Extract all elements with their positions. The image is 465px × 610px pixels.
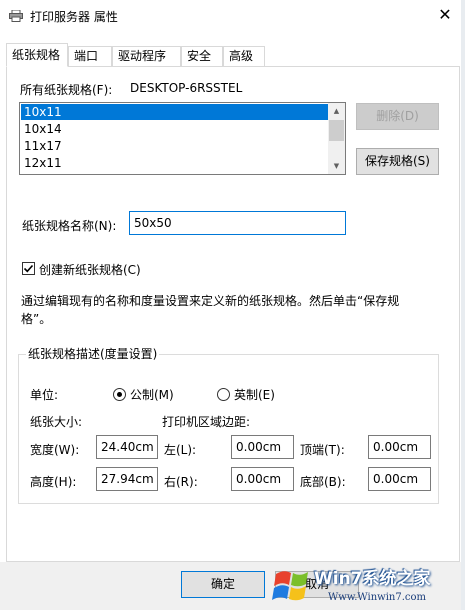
close-button[interactable]: ✕ — [430, 2, 460, 28]
list-item[interactable]: 10x11 — [21, 104, 330, 120]
ok-button[interactable]: 确定 — [181, 571, 265, 598]
save-form-button[interactable]: 保存规格(S) — [356, 148, 439, 175]
site-watermark: Win7系统之家 Www.Winwin7.com — [268, 560, 465, 610]
create-new-form-checkbox[interactable] — [22, 262, 35, 275]
units-label: 单位: — [30, 388, 59, 402]
height-label: 高度(H): — [30, 475, 77, 489]
printer-icon — [9, 9, 23, 22]
window-title: 打印服务器 属性 — [30, 10, 118, 24]
tab-security[interactable]: 安全 — [181, 46, 223, 66]
watermark-url: Www.Winwin7.com — [328, 592, 426, 603]
bottom-margin-input[interactable]: 0.00cm — [368, 467, 431, 491]
list-item[interactable]: 10x14 — [21, 121, 330, 137]
checkmark-icon — [23, 264, 34, 273]
list-scrollbar[interactable]: ▲ ▼ — [328, 103, 345, 174]
top-margin-input[interactable]: 0.00cm — [368, 435, 431, 459]
right-margin-input[interactable]: 0.00cm — [231, 467, 294, 491]
top-margin-label: 顶端(T): — [300, 443, 345, 457]
english-label[interactable]: 英制(E) — [234, 386, 275, 403]
delete-button[interactable]: 删除(D) — [356, 103, 439, 130]
right-margin-label: 右(R): — [164, 475, 198, 489]
server-name: DESKTOP-6RSSTEL — [130, 81, 243, 95]
width-input[interactable]: 24.40cm — [96, 435, 158, 459]
title-bar: 打印服务器 属性 ✕ — [0, 0, 465, 31]
left-margin-label: 左(L): — [164, 443, 197, 457]
printer-margins-label: 打印机区域边距: — [162, 415, 251, 429]
list-item[interactable]: 12x11 — [21, 155, 330, 171]
tab-forms[interactable]: 纸张规格 — [6, 43, 68, 67]
tab-advanced[interactable]: 高级 — [223, 46, 265, 66]
tab-ports[interactable]: 端口 — [68, 46, 112, 66]
form-name-label: 纸张规格名称(N): — [22, 219, 117, 233]
tab-drivers[interactable]: 驱动程序 — [112, 46, 181, 66]
instruction-text: 通过编辑现有的名称和度量设置来定义新的纸张规格。然后单击“保存规格”。 — [21, 294, 400, 326]
forms-listbox[interactable]: 10x11 10x14 11x17 12x11 ▲ ▼ — [19, 102, 346, 175]
all-forms-label: 所有纸张规格(F): — [20, 83, 113, 97]
window-edge — [461, 0, 465, 610]
bottom-margin-label: 底部(B): — [300, 475, 346, 489]
metric-radio[interactable] — [113, 388, 126, 401]
create-new-form-label[interactable]: 创建新纸张规格(C) — [39, 261, 141, 278]
measurements-group-title: 纸张规格描述(度量设置) — [26, 345, 160, 362]
width-label: 宽度(W): — [30, 443, 80, 457]
left-margin-input[interactable]: 0.00cm — [231, 435, 294, 459]
scroll-down-icon[interactable]: ▼ — [328, 158, 345, 174]
scroll-thumb[interactable] — [329, 120, 344, 141]
scroll-up-icon[interactable]: ▲ — [328, 103, 345, 119]
english-radio[interactable] — [217, 388, 230, 401]
watermark-text: Win7系统之家 — [314, 569, 431, 589]
metric-label[interactable]: 公制(M) — [130, 386, 174, 403]
windows-logo-icon — [272, 571, 308, 601]
paper-size-label: 纸张大小: — [30, 415, 83, 429]
print-server-properties-dialog: 打印服务器 属性 ✕ 纸张规格 端口 驱动程序 安全 高级 所有纸张规格(F):… — [0, 0, 465, 610]
height-input[interactable]: 27.94cm — [96, 467, 158, 491]
form-name-input[interactable]: 50x50 — [129, 211, 346, 235]
list-item[interactable]: 11x17 — [21, 138, 330, 154]
